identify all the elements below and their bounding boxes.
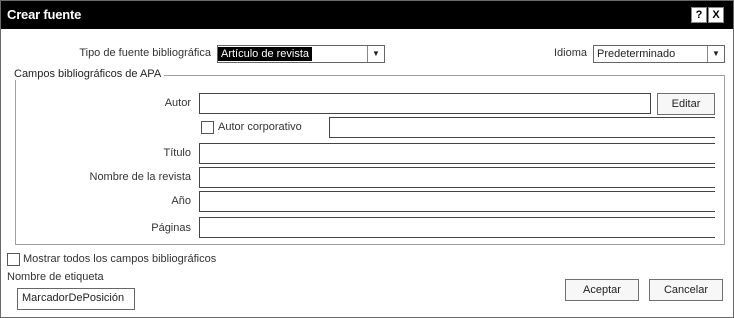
source-type-label: Tipo de fuente bibliográfica — [79, 47, 211, 59]
edit-author-button[interactable]: Editar — [657, 93, 715, 115]
close-button[interactable]: X — [708, 7, 724, 23]
corporate-author-checkbox[interactable] — [201, 121, 214, 134]
source-type-select[interactable]: Artículo de revista ▼ — [217, 45, 385, 63]
show-all-fields-label: Mostrar todos los campos bibliográficos — [23, 253, 217, 265]
author-field[interactable] — [199, 93, 651, 114]
year-label: Año — [171, 195, 191, 207]
year-field[interactable] — [199, 191, 715, 212]
title-field[interactable] — [199, 143, 715, 164]
group-title: Campos bibliográficos de APA — [11, 68, 165, 80]
language-label: Idioma — [553, 47, 587, 59]
chevron-down-icon[interactable]: ▼ — [707, 46, 724, 62]
pages-field[interactable] — [199, 217, 715, 238]
source-type-value: Artículo de revista — [218, 47, 313, 61]
language-value: Predeterminado — [597, 48, 676, 60]
tag-name-input[interactable]: MarcadorDePosición — [17, 288, 135, 310]
create-source-dialog: Crear fuente ? X Tipo de fuente bibliogr… — [0, 0, 734, 318]
dialog-title: Crear fuente — [7, 7, 82, 22]
show-all-fields-checkbox[interactable] — [7, 253, 20, 266]
title-label: Título — [163, 147, 191, 159]
tag-name-label: Nombre de etiqueta — [7, 271, 104, 283]
help-button[interactable]: ? — [691, 7, 707, 23]
journal-label: Nombre de la revista — [89, 171, 192, 183]
corporate-author-field[interactable] — [329, 117, 715, 138]
language-select[interactable]: Predeterminado ▼ — [593, 45, 725, 63]
chevron-down-icon[interactable]: ▼ — [367, 46, 384, 62]
author-label: Autor — [164, 97, 191, 109]
cancel-button[interactable]: Cancelar — [649, 279, 723, 301]
journal-field[interactable] — [199, 167, 715, 188]
dialog-titlebar: Crear fuente ? X — [1, 1, 733, 29]
accept-button[interactable]: Aceptar — [565, 279, 639, 301]
pages-label: Páginas — [151, 222, 191, 234]
corporate-author-label: Autor corporativo — [218, 121, 302, 133]
